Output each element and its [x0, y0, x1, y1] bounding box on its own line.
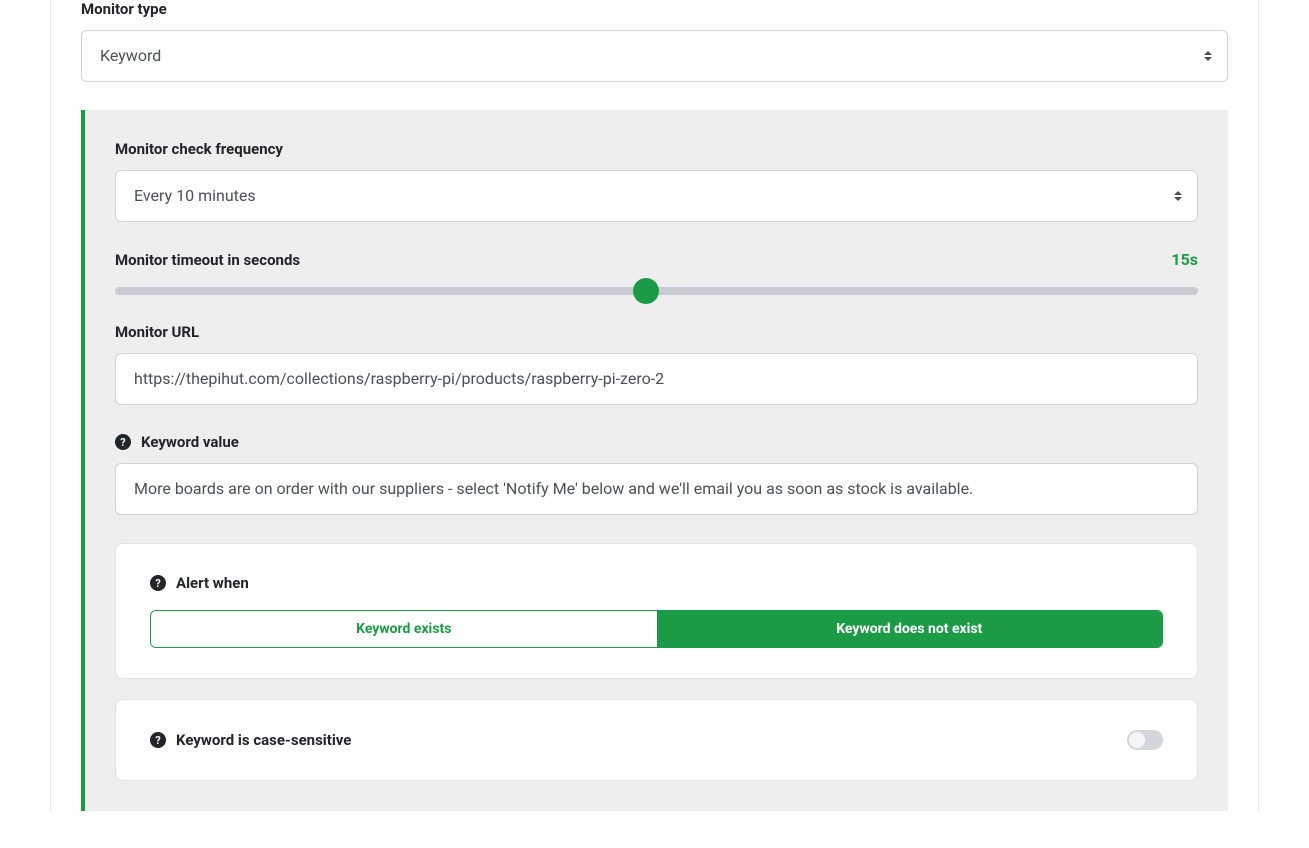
timeout-label: Monitor timeout in seconds [115, 251, 300, 269]
case-sensitive-toggle[interactable] [1127, 730, 1163, 750]
alert-when-label: Alert when [176, 574, 249, 592]
frequency-select[interactable]: Every 10 minutes [115, 170, 1198, 222]
alert-when-segmented: Keyword exists Keyword does not exist [150, 610, 1163, 648]
help-icon[interactable]: ? [150, 575, 166, 591]
monitor-url-label: Monitor URL [115, 323, 1198, 341]
keyword-value-label: Keyword value [141, 433, 239, 451]
help-icon[interactable]: ? [115, 434, 131, 450]
alert-keyword-exists-button[interactable]: Keyword exists [151, 611, 657, 647]
monitor-url-input[interactable]: https://thepihut.com/collections/raspber… [115, 353, 1198, 405]
alert-when-card: ? Alert when Keyword exists Keyword does… [115, 543, 1198, 679]
monitor-type-label: Monitor type [81, 0, 1228, 18]
timeout-slider[interactable] [115, 287, 1198, 295]
toggle-knob [1129, 732, 1145, 748]
monitor-type-select[interactable]: Keyword [81, 30, 1228, 82]
case-sensitive-card: ? Keyword is case-sensitive [115, 699, 1198, 781]
timeout-value: 15s [1171, 250, 1198, 269]
monitor-settings-section: Monitor check frequency Every 10 minutes… [81, 110, 1228, 811]
help-icon[interactable]: ? [150, 732, 166, 748]
keyword-value-input[interactable]: More boards are on order with our suppli… [115, 463, 1198, 515]
frequency-label: Monitor check frequency [115, 140, 1198, 158]
alert-keyword-not-exist-button[interactable]: Keyword does not exist [657, 611, 1163, 647]
slider-thumb[interactable] [633, 278, 659, 304]
case-sensitive-label: Keyword is case-sensitive [176, 731, 351, 749]
